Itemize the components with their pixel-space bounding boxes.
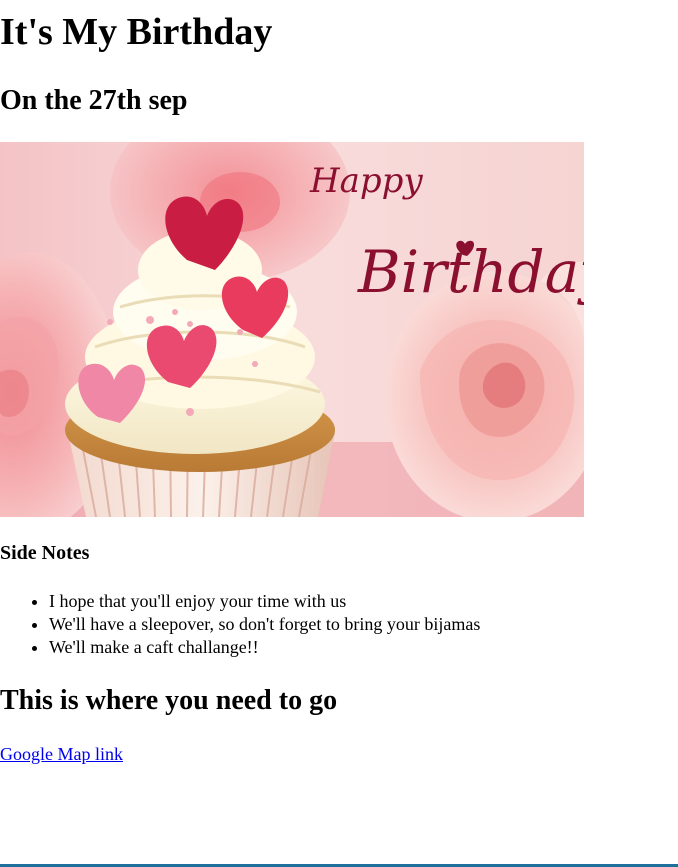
- page-subtitle: On the 27th sep: [0, 85, 188, 116]
- side-notes-heading: Side Notes: [0, 542, 90, 564]
- list-item: We'll make a caft challange!!: [49, 636, 480, 659]
- list-item: I hope that you'll enjoy your time with …: [49, 590, 480, 613]
- page-title: It's My Birthday: [0, 11, 273, 53]
- side-notes-list: I hope that you'll enjoy your time with …: [0, 590, 480, 659]
- google-map-link[interactable]: Google Map link: [0, 743, 123, 766]
- happy-script-text: Happy: [309, 161, 423, 201]
- directions-heading: This is where you need to go: [0, 685, 338, 716]
- birthday-cupcake-image: Happy Birthday: [0, 142, 584, 517]
- list-item: We'll have a sleepover, so don't forget …: [49, 613, 480, 636]
